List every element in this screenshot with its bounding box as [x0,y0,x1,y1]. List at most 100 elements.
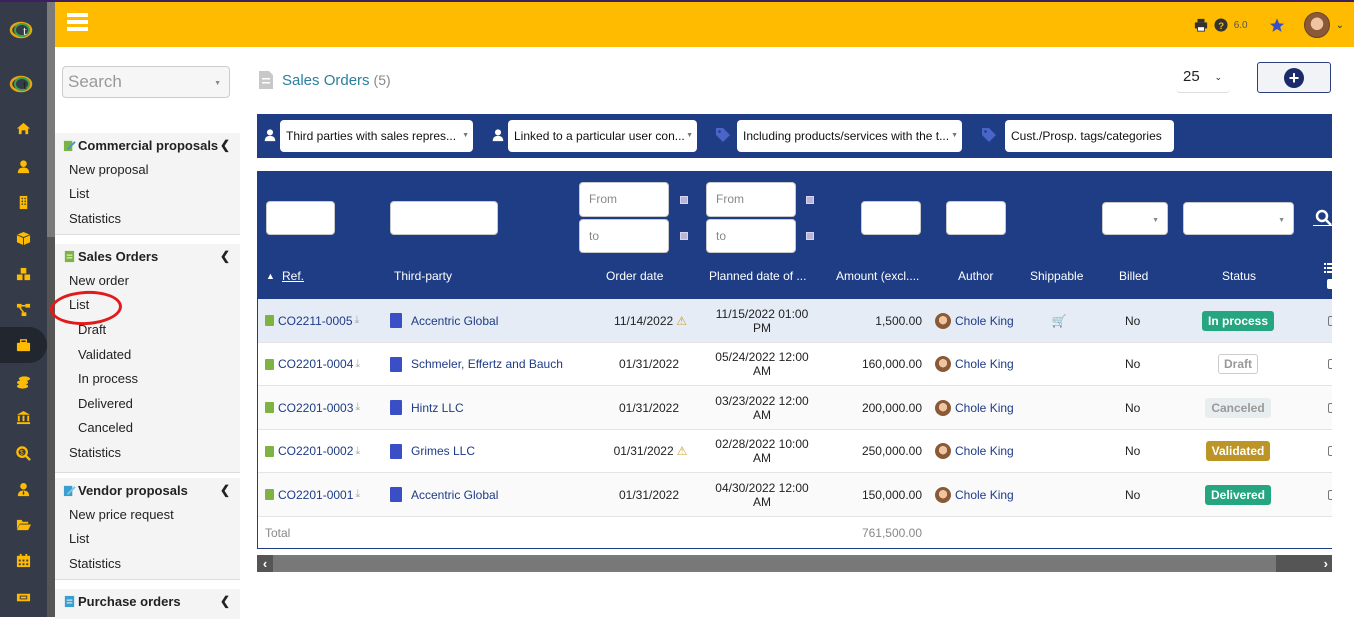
menu-item-vendor-statistics[interactable]: Statistics [55,551,240,576]
thirdparty-link[interactable]: Hintz LLC [411,401,464,415]
section-header[interactable]: Vendor proposals ❮ [55,478,240,502]
order-ref-link[interactable]: CO2201-0002 [278,444,353,458]
menu-item-new-proposal[interactable]: New proposal [55,157,240,182]
header-order-date[interactable]: Order date [606,269,663,283]
header-billed[interactable]: Billed [1119,269,1148,283]
section-header[interactable]: Commercial proposals ❮ [55,133,240,157]
sales-rep-filter[interactable]: Third parties with sales repres... ▼ [280,120,473,152]
scroll-right-button[interactable]: › [1276,555,1332,572]
billed-filter-select[interactable]: ▼ [1102,202,1168,235]
thirdparty-link[interactable]: Accentric Global [411,314,498,328]
chevron-left-icon[interactable]: ❮ [220,249,230,263]
row-checkbox[interactable] [1328,315,1332,326]
table-row[interactable]: CO2201-0002 ⤓ Grimes LLC 01/31/2022 ⚠ 02… [258,430,1332,473]
row-checkbox[interactable] [1328,402,1332,413]
table-horizontal-scrollbar[interactable]: ‹ › [257,555,1332,572]
folder-open-icon[interactable] [0,509,47,539]
chevron-left-icon[interactable]: ❮ [220,594,230,608]
search-dollar-icon[interactable]: $ [0,438,47,468]
thirdparty-filter-input[interactable] [390,201,498,235]
download-icon[interactable]: ⤓ [355,401,360,414]
scroll-left-button[interactable]: ‹ [257,555,273,572]
download-icon[interactable]: ⤓ [355,314,360,327]
status-filter-select[interactable]: ▼ [1183,202,1294,235]
thirdparty-link[interactable]: Schmeler, Effertz and Bauch [411,357,563,371]
chevron-left-icon[interactable]: ❮ [220,483,230,497]
scrollbar-thumb[interactable] [273,557,1276,570]
header-amount[interactable]: Amount (excl.... [836,269,919,283]
project-diagram-icon[interactable] [0,294,47,324]
calendar-icon[interactable] [806,232,814,240]
coins-icon[interactable] [0,367,47,397]
menu-item-proposals-list[interactable]: List [55,182,240,207]
menu-item-in-process[interactable]: In process [55,366,240,391]
menu-item-new-price-request[interactable]: New price request [55,502,240,527]
ref-filter-input[interactable] [266,201,335,235]
menu-item-validated[interactable]: Validated [55,342,240,367]
menu-item-vendor-list[interactable]: List [55,527,240,552]
customer-tag-filter[interactable]: Cust./Prosp. tags/categories [1005,120,1174,152]
calendar-icon[interactable] [0,545,47,575]
header-thirdparty[interactable]: Third-party [394,269,452,283]
menu-item-draft[interactable]: Draft [55,317,240,342]
logo-icon[interactable]: t [9,20,35,40]
header-author[interactable]: Author [958,269,993,283]
print-icon[interactable] [1194,18,1208,32]
author-link[interactable]: Chole King [955,357,1014,371]
user-icon[interactable] [0,151,47,181]
cubes-icon[interactable] [0,259,47,289]
menu-item-canceled[interactable]: Canceled [55,416,240,441]
header-ref[interactable]: Ref. [282,269,304,283]
order-ref-link[interactable]: CO2201-0004 [278,357,353,371]
hamburger-menu-icon[interactable] [67,13,88,31]
author-link[interactable]: Chole King [955,314,1014,328]
user-avatar[interactable] [1303,12,1330,38]
author-link[interactable]: Chole King [955,488,1014,502]
table-row[interactable]: CO2201-0001 ⤓ Accentric Global 01/31/202… [258,473,1332,517]
logo-icon[interactable]: t [9,74,35,94]
menu-item-orders-list[interactable]: List [55,293,240,318]
bank-icon[interactable] [0,402,47,432]
row-checkbox[interactable] [1328,359,1332,369]
table-row[interactable]: CO2201-0004 ⤓ Schmeler, Effertz and Bauc… [258,343,1332,386]
author-link[interactable]: Chole King [955,444,1014,458]
author-filter-input[interactable] [946,201,1006,235]
order-date-to-input[interactable]: to [579,219,669,253]
order-date-from-input[interactable]: From [579,182,669,217]
menu-item-new-order[interactable]: New order [55,268,240,293]
order-ref-link[interactable]: CO2211-0005 [278,314,353,328]
section-header[interactable]: Sales Orders ❮ [55,244,240,268]
thirdparty-link[interactable]: Grimes LLC [411,444,475,458]
menu-item-orders-statistics[interactable]: Statistics [55,440,240,465]
download-icon[interactable]: ⤓ [355,488,360,501]
select-all-checkbox[interactable] [1327,279,1332,289]
author-link[interactable]: Chole King [955,401,1014,415]
header-status[interactable]: Status [1222,269,1256,283]
table-row[interactable]: CO2201-0003 ⤓ Hintz LLC 01/31/2022 03/23… [258,386,1332,430]
order-ref-link[interactable]: CO2201-0001 [278,488,353,502]
user-tie-icon[interactable] [0,474,47,504]
calendar-icon[interactable] [806,196,814,204]
download-icon[interactable]: ⤓ [355,358,360,371]
table-row[interactable]: CO2211-0005 ⤓ Accentric Global 11/14/202… [258,299,1332,343]
thirdparty-link[interactable]: Accentric Global [411,488,498,502]
linked-user-filter[interactable]: Linked to a particular user con... ▼ [508,120,697,152]
section-header[interactable]: Purchase orders ❮ [55,589,240,613]
calendar-icon[interactable] [680,232,688,240]
help-icon[interactable]: ? [1214,18,1228,32]
amount-filter-input[interactable] [861,201,921,235]
header-planned-date[interactable]: Planned date of ... [709,269,806,283]
header-shippable[interactable]: Shippable [1030,269,1083,283]
planned-date-from-input[interactable]: From [706,182,796,217]
menu-item-proposals-statistics[interactable]: Statistics [55,206,240,231]
user-menu-chevron-icon[interactable]: ⌄ [1336,20,1344,31]
building-icon[interactable] [0,187,47,217]
product-tag-filter[interactable]: Including products/services with the t..… [737,120,962,152]
page-size-select[interactable]: 25 ⌄ [1176,63,1230,93]
order-ref-link[interactable]: CO2201-0003 [278,401,353,415]
menu-item-delivered[interactable]: Delivered [55,391,240,416]
home-icon[interactable] [0,113,47,143]
chevron-left-icon[interactable]: ❮ [220,138,230,152]
download-icon[interactable]: ⤓ [355,445,360,458]
row-checkbox[interactable] [1328,489,1332,500]
